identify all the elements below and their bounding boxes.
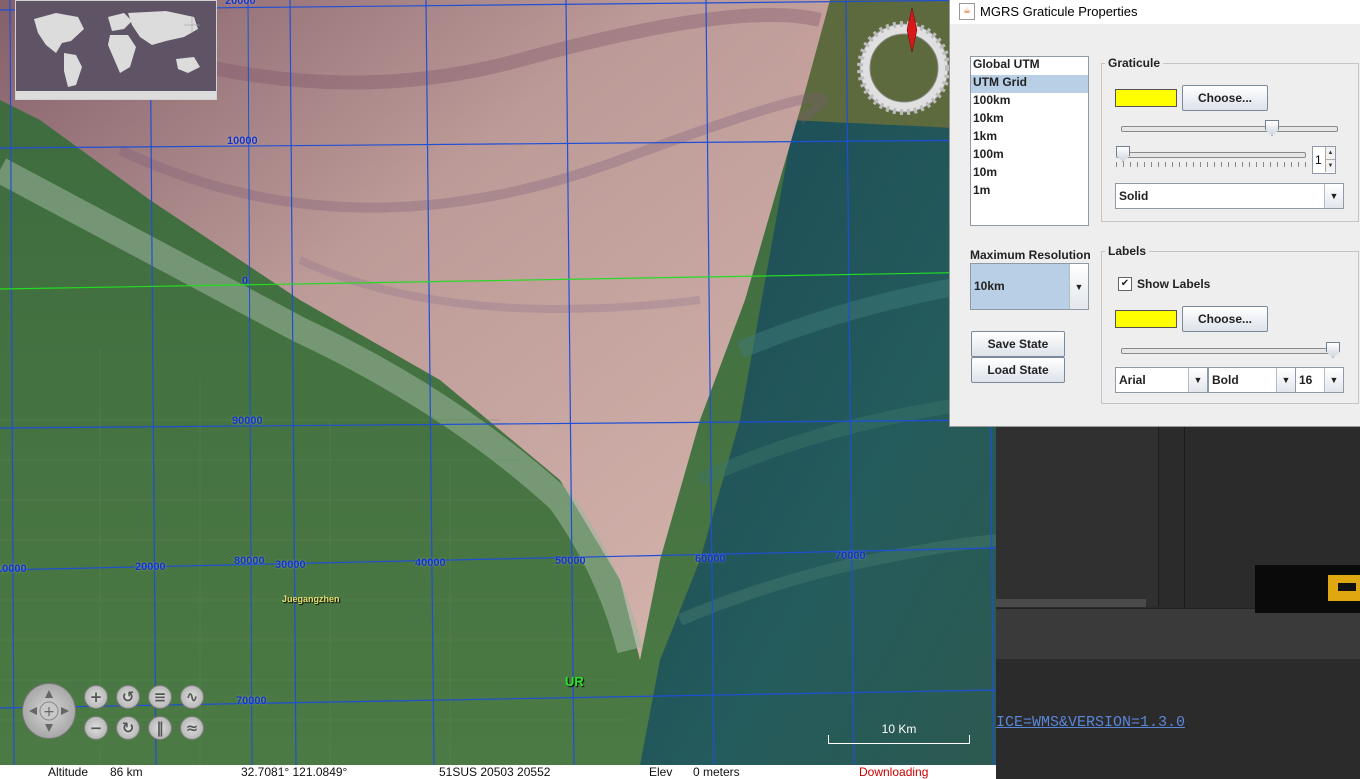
mgrs-readout: 51SUS 20503 20552	[439, 765, 551, 779]
font-family-value: Arial	[1119, 373, 1146, 387]
world-overview-map[interactable]	[15, 0, 217, 100]
font-family-select[interactable]: Arial ▼	[1115, 367, 1208, 393]
dialog-title: MGRS Graticule Properties	[980, 4, 1138, 19]
line-width-value: 1	[1315, 153, 1322, 167]
grid-label-easting: 40000	[415, 557, 446, 569]
world-map-icon	[16, 1, 216, 99]
list-item[interactable]: 10m	[971, 165, 1088, 183]
tilt-down-icon[interactable]: ‖	[148, 716, 172, 740]
line-style-value: Solid	[1119, 189, 1149, 203]
svg-text:+: +	[43, 704, 55, 720]
pan-icon[interactable]: +	[22, 683, 76, 739]
slider-ticks	[1116, 162, 1306, 167]
labels-choose-color-button[interactable]: Choose...	[1182, 306, 1268, 332]
grid-label-northing: 70000	[236, 695, 267, 707]
graticule-opacity-slider[interactable]	[1121, 120, 1338, 136]
lat-lon-readout: 32.7081° 121.0849°	[241, 765, 348, 779]
map-imagery	[0, 0, 996, 765]
grid-label-northing: 0	[242, 275, 249, 287]
line-width-spinner[interactable]: 1 ▲ ▼	[1312, 146, 1336, 174]
save-state-button[interactable]: Save State	[971, 331, 1065, 357]
graticule-choose-color-button[interactable]: Choose...	[1182, 85, 1268, 111]
show-labels-label: Show Labels	[1137, 277, 1211, 291]
compass[interactable]	[857, 7, 951, 118]
list-item[interactable]: 1km	[971, 129, 1088, 147]
grid-label-northing: 90000	[232, 415, 263, 427]
grid-label-easting: 70000	[835, 550, 866, 562]
compass-icon	[857, 7, 951, 115]
download-status: Downloading	[859, 765, 929, 779]
spinner-up-icon[interactable]: ▲	[1325, 147, 1335, 160]
background-divider	[1184, 426, 1185, 631]
slider-thumb[interactable]	[1326, 342, 1340, 358]
exaggerate-down-icon[interactable]: ≈	[180, 716, 204, 740]
background-scrollbar[interactable]	[996, 599, 1146, 607]
zoom-out-icon[interactable]: −	[84, 716, 108, 740]
altitude-label: Altitude	[48, 765, 89, 779]
mgrs-graticule-dialog: ☕ MGRS Graticule Properties Global UTM U…	[949, 0, 1360, 427]
chevron-down-icon: ▼	[1188, 368, 1207, 392]
max-resolution-select[interactable]: 10km ▼	[970, 263, 1089, 310]
grid-label-easting: 50000	[555, 555, 586, 567]
list-item[interactable]: 1m	[971, 183, 1088, 201]
altitude-value: 86 km	[110, 765, 143, 779]
dialog-titlebar[interactable]: ☕ MGRS Graticule Properties	[950, 0, 1360, 24]
chevron-down-icon: ▼	[1324, 368, 1343, 392]
grid-label-easting: 60000	[695, 553, 726, 565]
list-item[interactable]: 10km	[971, 111, 1088, 129]
slider-thumb[interactable]	[1116, 146, 1130, 162]
show-labels-checkbox[interactable]: ✔	[1118, 277, 1132, 291]
spinner-down-icon[interactable]: ▼	[1325, 160, 1335, 172]
java-icon: ☕	[959, 3, 975, 20]
rotate-right-icon[interactable]: ↻	[116, 716, 140, 740]
grid-label-easting: 20000	[135, 561, 166, 573]
elevation-value: 0 meters	[693, 765, 740, 779]
graticule-color-swatch	[1115, 89, 1177, 107]
scale-line	[828, 735, 970, 744]
exaggerate-up-icon[interactable]: ∿	[180, 685, 204, 709]
list-item[interactable]: Global UTM	[971, 57, 1088, 75]
background-panel	[996, 426, 1159, 606]
list-item[interactable]: 100m	[971, 147, 1088, 165]
grid-label-easting: 30000	[275, 559, 306, 571]
grid-label-easting: 10000	[0, 563, 27, 575]
labels-color-swatch	[1115, 310, 1177, 328]
tilt-up-icon[interactable]: ≡	[148, 685, 172, 709]
scale-label: 10 Km	[881, 722, 917, 736]
load-state-button[interactable]: Load State	[971, 357, 1065, 383]
map-view[interactable]: 20000 10000 0 90000 80000 70000 10000 20…	[0, 0, 996, 765]
chevron-down-icon: ▼	[1069, 264, 1088, 309]
graticule-layer-list[interactable]: Global UTM UTM Grid 100km 10km 1km 100m …	[970, 56, 1089, 226]
zone-label: UR	[565, 674, 584, 689]
elevation-label: Elev	[649, 765, 673, 779]
grid-label-northing: 20000	[225, 0, 256, 7]
list-item[interactable]: 100km	[971, 93, 1088, 111]
max-resolution-value: 10km	[974, 279, 1005, 293]
graticule-legend: Graticule	[1108, 56, 1161, 70]
line-style-select[interactable]: Solid ▼	[1115, 183, 1344, 209]
place-label: Juegangzhen	[282, 594, 340, 604]
navigation-controls: + + − ↺ ↻ ≡ ‖ ∿ ≈	[20, 683, 210, 741]
wms-url-link[interactable]: ICE=WMS&VERSION=1.3.0	[996, 714, 1185, 731]
max-resolution-label: Maximum Resolution	[970, 248, 1091, 262]
font-style-value: Bold	[1212, 373, 1239, 387]
labels-legend: Labels	[1108, 244, 1147, 258]
rotate-left-icon[interactable]: ↺	[116, 685, 140, 709]
font-style-select[interactable]: Bold ▼	[1208, 367, 1296, 393]
font-size-value: 16	[1299, 373, 1313, 387]
slider-thumb[interactable]	[1265, 120, 1279, 136]
background-toolbar	[996, 608, 1360, 659]
labels-opacity-slider[interactable]	[1121, 342, 1340, 358]
zoom-in-icon[interactable]: +	[84, 685, 108, 709]
grid-label-northing: 10000	[227, 135, 258, 147]
list-item[interactable]: UTM Grid	[971, 75, 1088, 93]
background-thumbnail	[1255, 565, 1360, 613]
font-size-select[interactable]: 16 ▼	[1295, 367, 1344, 393]
chevron-down-icon: ▼	[1324, 184, 1343, 208]
grid-label-northing: 80000	[234, 555, 265, 567]
chevron-down-icon: ▼	[1276, 368, 1295, 392]
graticule-line-width-slider[interactable]	[1116, 146, 1306, 167]
scale-bar: 10 Km	[828, 722, 970, 744]
status-bar: Altitude 86 km 32.7081° 121.0849° 51SUS …	[0, 765, 996, 779]
